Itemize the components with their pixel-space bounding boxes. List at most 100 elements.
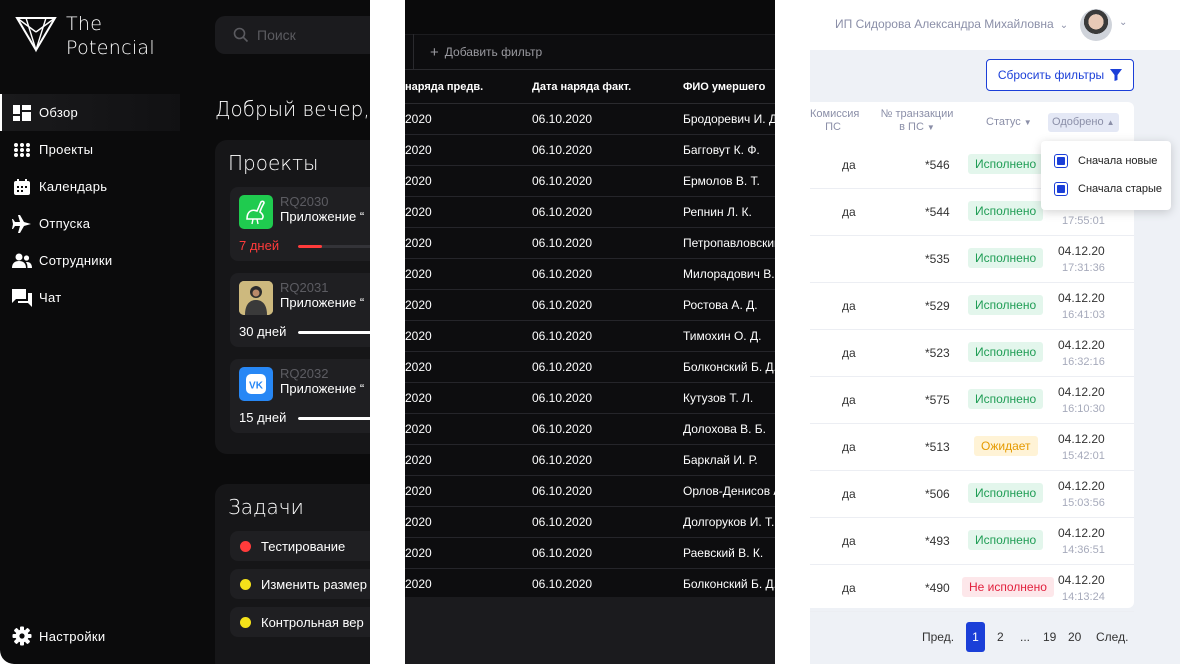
nav-label: Сотрудники [39, 253, 113, 268]
table-cell: Барклай И. Р. [683, 453, 758, 467]
column-header[interactable]: наряда предв. [405, 81, 525, 93]
table-row[interactable]: да *506 Исполнено 04.12.20 15:03:56 [810, 471, 1134, 518]
table-row[interactable]: 2020 06.10.2020 Раевский В. К. [405, 538, 775, 569]
project-progress [298, 417, 370, 420]
chevron-down-icon[interactable]: ⌄ [1119, 17, 1127, 28]
avatar[interactable] [1080, 9, 1112, 41]
table-row[interactable]: 2020 06.10.2020 Кутузов Т. Л. [405, 383, 775, 414]
account-switcher[interactable]: ИП Сидорова Александра Михайловна ⌄ [835, 17, 1068, 31]
nav-label: Обзор [39, 105, 79, 120]
add-filter-button[interactable]: + Добавить фильтр [405, 34, 775, 70]
table-row[interactable]: да *513 Ожидает 04.12.20 15:42:01 [810, 424, 1134, 471]
table-row[interactable]: да *529 Исполнено 04.12.20 16:41:03 [810, 283, 1134, 330]
commission-cell: да [842, 440, 856, 454]
nav-item-projects[interactable]: Проекты [0, 131, 180, 168]
tasks-card: Задачи Тестирование Изменить размер Конт… [215, 484, 370, 664]
nav-item-calendar[interactable]: Календарь [0, 168, 180, 205]
column-header-commission[interactable]: Комиссия ПС [810, 108, 859, 134]
checkbox[interactable] [1054, 154, 1068, 168]
table-cell: 2020 [405, 298, 432, 312]
calendar-icon [12, 178, 32, 196]
table-cell: 2020 [405, 205, 432, 219]
page-button-current[interactable]: 1 [966, 622, 985, 652]
table-row[interactable]: 2020 06.10.2020 Барклай И. Р. [405, 445, 775, 476]
table-row[interactable]: да *523 Исполнено 04.12.20 16:32:16 [810, 330, 1134, 377]
next-page-button[interactable]: След. [1096, 630, 1128, 644]
table-row[interactable]: 2020 06.10.2020 Тимохин О. Д. [405, 321, 775, 352]
column-header-approved[interactable]: Одобрено ▲ [1048, 113, 1119, 132]
sort-dropdown: Сначала новые Сначала старые [1041, 141, 1171, 210]
nav-item-overview[interactable]: Обзор [0, 94, 180, 131]
status-dot [240, 540, 251, 552]
table-row[interactable]: да *575 Исполнено 04.12.20 16:10:30 [810, 377, 1134, 424]
commission-cell: да [842, 487, 856, 501]
commission-cell: да [842, 158, 856, 172]
page-button[interactable]: 19 [1043, 630, 1056, 644]
sort-option-newest[interactable]: Сначала новые [1054, 153, 1157, 169]
orders-table-header: наряда предв. Дата наряда факт. ФИО умер… [405, 72, 775, 104]
table-row[interactable]: 2020 06.10.2020 Ростова А. Д. [405, 290, 775, 321]
transactions-panel: ИП Сидорова Александра Михайловна ⌄ ⌄ Сбр… [810, 0, 1180, 664]
table-row[interactable]: 2020 06.10.2020 Багговут К. Ф. [405, 135, 775, 166]
sort-option-oldest[interactable]: Сначала старые [1054, 181, 1162, 197]
table-row[interactable]: 2020 06.10.2020 Болконский Б. Д. [405, 569, 775, 600]
person-app-icon [239, 281, 273, 315]
nav-label: Проекты [39, 142, 94, 157]
nav-label: Чат [39, 290, 62, 305]
approved-time: 15:42:01 [1062, 450, 1105, 462]
page-button[interactable]: 2 [997, 630, 1004, 644]
task-item[interactable]: Изменить размер [230, 569, 370, 599]
column-header-status[interactable]: Статус ▼ [986, 116, 1032, 129]
project-progress [298, 331, 370, 334]
checkbox[interactable] [1054, 182, 1068, 196]
task-item[interactable]: Тестирование [230, 531, 370, 561]
table-row[interactable]: 2020 06.10.2020 Орлов-Денисов А. [405, 476, 775, 507]
table-row[interactable]: 2020 06.10.2020 Долохова В. Б. [405, 414, 775, 445]
table-row[interactable]: *535 Исполнено 04.12.20 17:31:36 [810, 236, 1134, 283]
table-row[interactable]: 2020 06.10.2020 Долгоруков И. Т. [405, 507, 775, 538]
table-row[interactable]: 2020 06.10.2020 Петропавловский [405, 228, 775, 259]
dots-grid-icon [12, 141, 32, 159]
table-row[interactable]: да *493 Исполнено 04.12.20 14:36:51 [810, 518, 1134, 565]
column-header-label: Статус [986, 116, 1021, 128]
page-button[interactable]: 20 [1068, 630, 1081, 644]
table-row[interactable]: 2020 06.10.2020 Бродоревич И. Д. [405, 104, 775, 135]
orders-topbar [405, 0, 775, 34]
collage: The Potencial Поиск Обзор Проекты Календа… [0, 0, 1180, 664]
table-row[interactable]: 2020 06.10.2020 Милорадович В. [405, 259, 775, 290]
column-header[interactable]: Дата наряда факт. [532, 81, 672, 93]
table-row[interactable]: 2020 06.10.2020 Репнин Л. К. [405, 197, 775, 228]
project-item[interactable]: RQ2031 Приложение “ 30 дней [230, 273, 370, 347]
table-cell: 06.10.2020 [532, 577, 593, 591]
nav-item-chat[interactable]: Чат [0, 279, 180, 316]
table-cell: 06.10.2020 [532, 546, 593, 560]
task-item[interactable]: Контрольная вер [230, 607, 370, 637]
reset-filters-button[interactable]: Сбросить фильтры [986, 59, 1134, 91]
column-header-txn[interactable]: № транзакции в ПС ▼ [878, 108, 956, 134]
nav-item-vacations[interactable]: Отпуска [0, 205, 180, 242]
project-item[interactable]: VK RQ2032 Приложение “ 15 дней [230, 359, 370, 433]
commission-cell: да [842, 393, 856, 407]
table-row[interactable]: да *490 Не исполнено 04.12.20 14:13:24 [810, 565, 1134, 612]
table-cell: 06.10.2020 [532, 143, 593, 157]
table-row[interactable]: 2020 06.10.2020 Ермолов В. Т. [405, 166, 775, 197]
table-cell: 2020 [405, 236, 432, 250]
prev-page-button[interactable]: Пред. [922, 630, 954, 644]
search-input[interactable]: Поиск [215, 16, 370, 54]
status-badge: Исполнено [968, 530, 1044, 550]
nav-item-employees[interactable]: Сотрудники [0, 242, 180, 279]
approved-date: 04.12.20 [1058, 291, 1105, 305]
table-row[interactable]: 2020 06.10.2020 Болконский Б. Д. [405, 352, 775, 383]
project-item[interactable]: RQ2030 Приложение “ 7 дней [230, 187, 370, 261]
status-badge: Исполнено [968, 342, 1044, 362]
table-cell: 06.10.2020 [532, 267, 593, 281]
column-header[interactable]: ФИО умершего [683, 81, 775, 93]
project-name: Приложение “ [280, 295, 365, 310]
logo[interactable]: The Potencial [14, 12, 155, 60]
txn-cell: *544 [925, 205, 950, 219]
table-cell: 2020 [405, 360, 432, 374]
settings-button[interactable]: Настройки [12, 626, 105, 646]
table-cell: 2020 [405, 174, 432, 188]
reset-filters-label: Сбросить фильтры [997, 68, 1105, 82]
table-cell: 2020 [405, 143, 432, 157]
